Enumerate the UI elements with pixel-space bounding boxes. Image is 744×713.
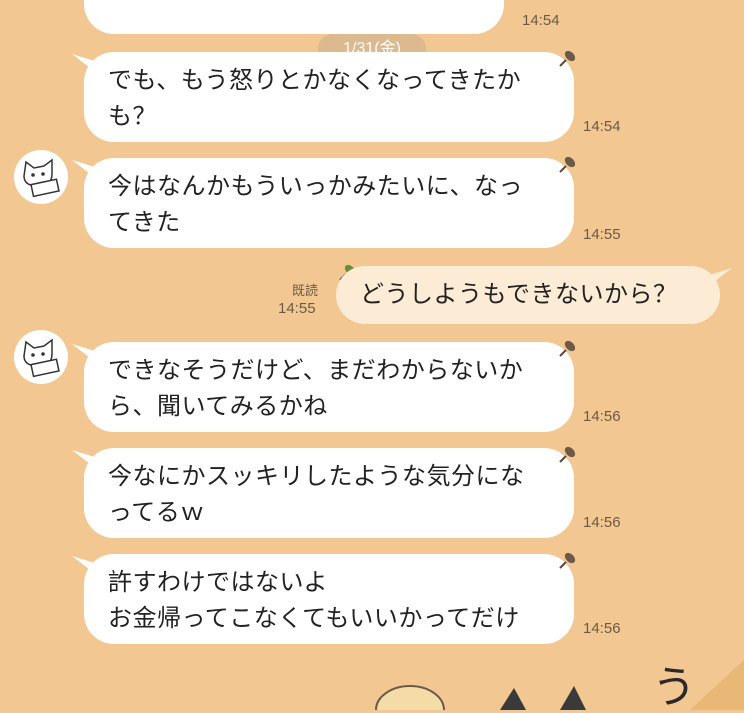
message-text-line: も？: [108, 102, 157, 130]
sticker-text: う: [652, 662, 696, 713]
message-text-line: てきた: [108, 208, 181, 236]
message-bubble[interactable]: でも、もう怒りとかなくなってきたか も？: [84, 52, 574, 142]
pushpin-icon[interactable]: [556, 154, 578, 176]
message-text-line: どうしようもできないから？: [360, 280, 678, 308]
message-bubble[interactable]: 許すわけではないよ お金帰ってこなくてもいいかってだけ: [84, 554, 574, 644]
message-time: 14:55: [583, 226, 621, 243]
pushpin-icon[interactable]: [556, 338, 578, 360]
message-text-line: 今はなんかもういっかみたいに、なっ: [108, 172, 524, 200]
message-text-line: 今なにかスッキリしたような気分にな: [108, 462, 525, 490]
message-time: 14:56: [583, 620, 621, 637]
message-text-line: でも、もう怒りとかなくなってきたか: [108, 66, 522, 94]
message-text-line: できなそうだけど、まだわからないか: [108, 356, 524, 384]
read-receipt: 既読: [292, 283, 319, 298]
avatar[interactable]: [14, 330, 68, 384]
message-bubble-partial[interactable]: [84, 0, 504, 34]
avatar[interactable]: [14, 150, 68, 204]
message-text-line: 許すわけではないよ: [108, 568, 329, 596]
pushpin-icon[interactable]: [556, 444, 578, 466]
pushpin-icon[interactable]: [556, 48, 578, 70]
message-text-line: お金帰ってこなくてもいいかってだけ: [108, 604, 520, 632]
pushpin-icon[interactable]: [556, 550, 578, 572]
message-text-line: ってるｗ: [108, 498, 205, 526]
message-time: 14:55: [278, 300, 316, 317]
cat-avatar-icon: [23, 338, 60, 378]
message-bubble-sent[interactable]: どうしようもできないから？: [336, 266, 720, 324]
message-time: 14:54: [522, 12, 560, 29]
message-text-line: ら、聞いてみるかね: [108, 392, 328, 420]
message-bubble[interactable]: 今はなんかもういっかみたいに、なっ てきた: [84, 158, 574, 248]
cat-avatar-icon: [23, 158, 60, 198]
message-time: 14:56: [583, 408, 621, 425]
message-bubble[interactable]: 今なにかスッキリしたような気分にな ってるｗ: [84, 448, 574, 538]
sticker-partial[interactable]: [0, 650, 744, 710]
message-bubble[interactable]: できなそうだけど、まだわからないか ら、聞いてみるかね: [84, 342, 574, 432]
message-time: 14:56: [583, 514, 621, 531]
message-time: 14:54: [583, 118, 621, 135]
